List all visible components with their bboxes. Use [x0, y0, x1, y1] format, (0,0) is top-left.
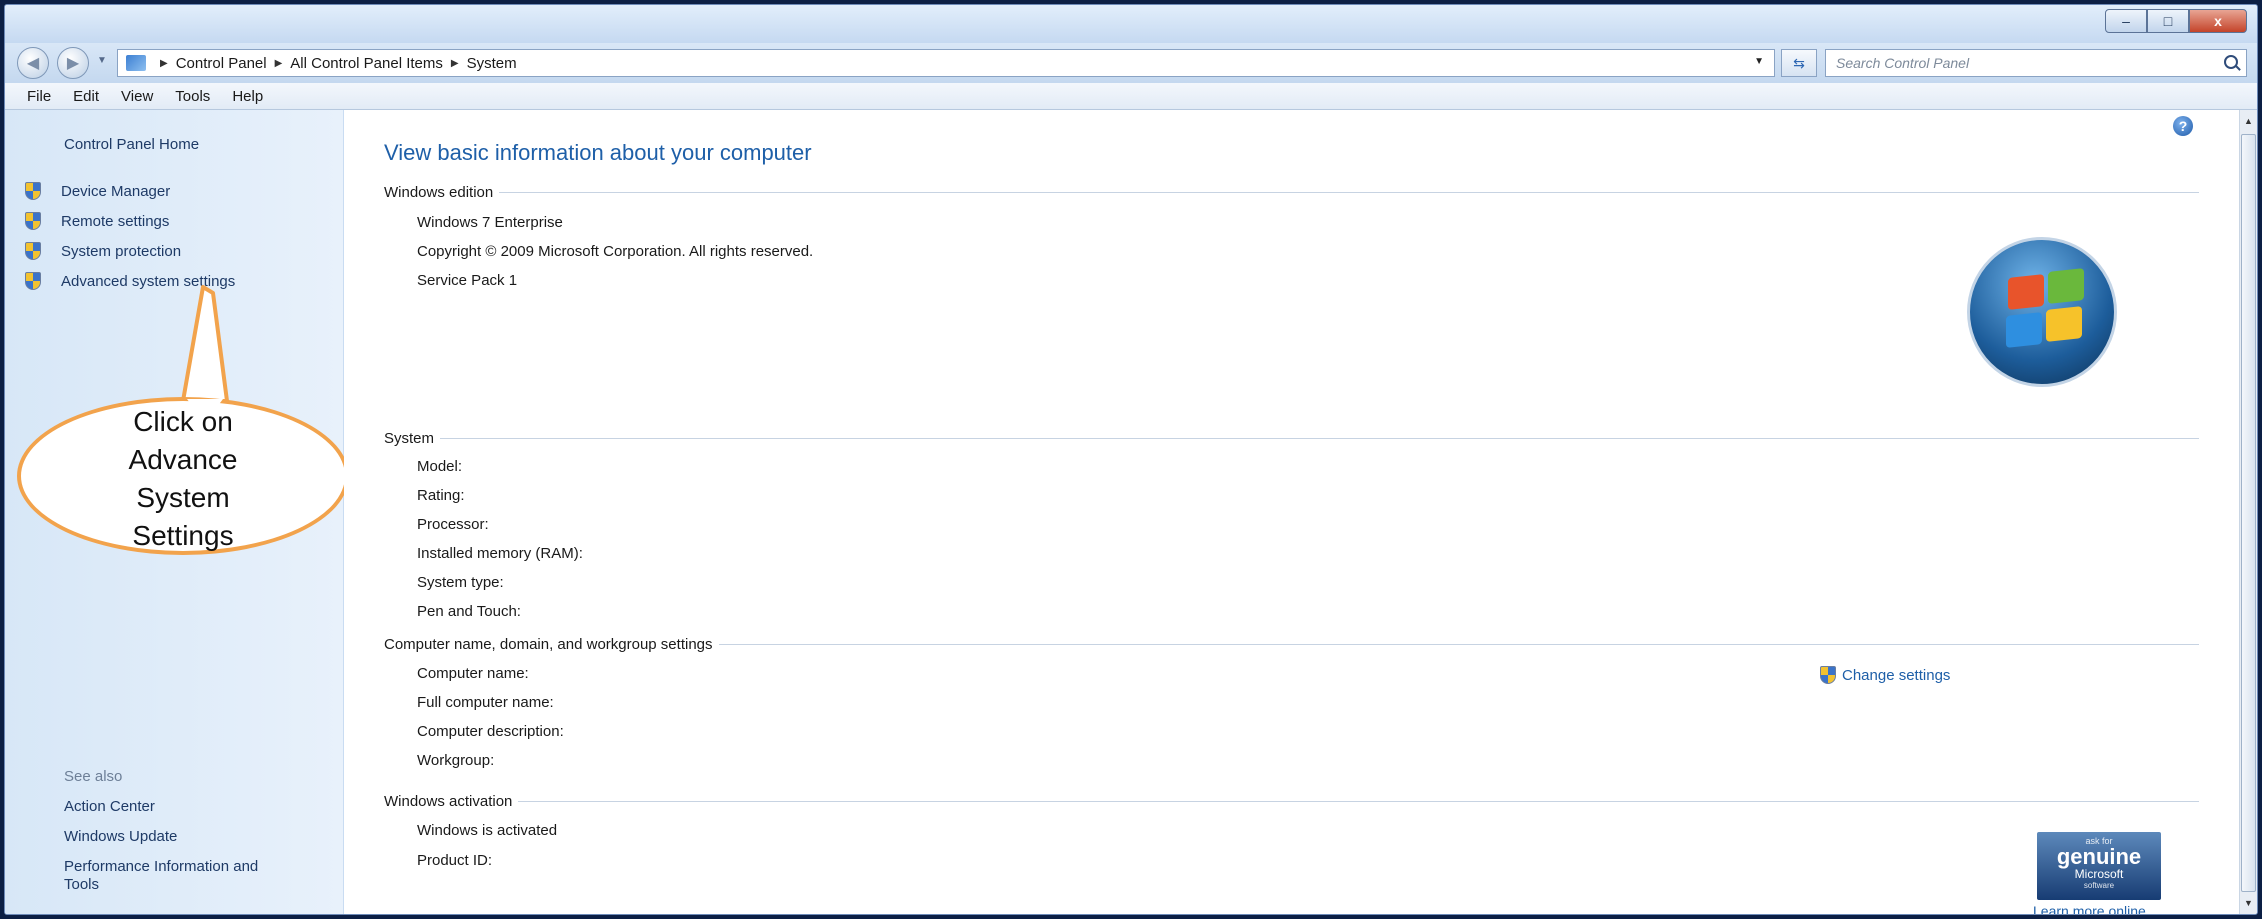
search-icon[interactable]: [2224, 55, 2238, 69]
refresh-icon: ⇆: [1793, 54, 1805, 71]
callout-line: Settings: [132, 520, 234, 551]
model-label: Model:: [417, 458, 463, 475]
copyright-text: Copyright © 2009 Microsoft Corporation. …: [417, 243, 814, 260]
callout-line: Click on: [133, 406, 233, 437]
windows-logo-flag-yellow: [2046, 306, 2082, 342]
activation-status: Windows is activated: [417, 822, 558, 839]
processor-label: Processor:: [417, 516, 489, 533]
learn-more-link[interactable]: Learn more online...: [2033, 903, 2158, 914]
section-computer-name: Computer name, domain, and workgroup set…: [384, 634, 2199, 654]
divider: [499, 191, 2199, 193]
windows-logo-flag-red: [2008, 274, 2044, 310]
section-system: System: [384, 428, 2199, 448]
search-input[interactable]: Search Control Panel: [1825, 49, 2247, 77]
genuine-top-text: ask for: [2085, 836, 2113, 846]
callout-text: Click on Advance System Settings: [17, 403, 349, 555]
windows-logo-flag-green: [2048, 268, 2084, 304]
windows-logo-flag-blue: [2006, 312, 2042, 348]
scroll-up-icon[interactable]: ▲: [2244, 116, 2253, 126]
change-settings-link[interactable]: Change settings: [1820, 666, 1950, 684]
service-pack: Service Pack 1: [417, 272, 518, 289]
see-also-heading: See also: [64, 768, 123, 785]
breadcrumb-separator-icon: ▶: [450, 57, 459, 69]
maximize-button[interactable]: □: [2147, 9, 2189, 33]
divider: [718, 643, 2199, 645]
search-placeholder: Search Control Panel: [1836, 55, 1970, 71]
section-windows-activation: Windows activation: [384, 791, 2199, 811]
help-icon[interactable]: ?: [2173, 116, 2193, 136]
system-type-label: System type:: [417, 574, 504, 591]
full-computer-name-label: Full computer name:: [417, 694, 554, 711]
computer-name-label: Computer name:: [417, 665, 529, 682]
windows-update-link[interactable]: Windows Update: [64, 828, 177, 846]
change-settings-label: Change settings: [1842, 666, 1951, 684]
callout-line: Advance: [128, 444, 238, 475]
breadcrumb-system[interactable]: System: [467, 55, 517, 72]
rating-label: Rating:: [417, 487, 465, 504]
genuine-main-text: genuine: [2056, 844, 2142, 869]
divider: [518, 800, 2199, 802]
divider: [440, 437, 2199, 439]
scroll-thumb[interactable]: [2241, 134, 2256, 892]
close-button[interactable]: x: [2189, 9, 2247, 33]
page-title: View basic information about your comput…: [384, 140, 812, 165]
callout-line: System: [136, 482, 230, 513]
section-windows-edition: Windows edition: [384, 182, 2199, 202]
system-window: – □ x ◀ ▶ ▼ ▶ Control Panel ▶ All Contro…: [4, 4, 2258, 915]
computer-description-label: Computer description:: [417, 723, 564, 740]
section-title: Windows activation: [384, 792, 513, 810]
address-dropdown-icon[interactable]: ▼: [1754, 56, 1764, 67]
memory-label: Installed memory (RAM):: [417, 545, 583, 562]
minimize-button[interactable]: –: [2105, 9, 2147, 33]
performance-info-link[interactable]: Performance Information and: [64, 858, 258, 876]
window-controls: – □ x: [2105, 9, 2247, 33]
section-title: Windows edition: [384, 183, 494, 201]
section-title: System: [384, 429, 435, 447]
scroll-down-icon[interactable]: ▼: [2244, 898, 2253, 908]
shield-icon: [1820, 666, 1836, 684]
workgroup-label: Workgroup:: [417, 752, 495, 769]
edition-name: Windows 7 Enterprise: [417, 214, 563, 231]
main-content: ? View basic information about your comp…: [344, 110, 2239, 914]
windows-logo: [1967, 237, 2117, 387]
genuine-bottom-text: software: [2083, 881, 2115, 890]
genuine-microsoft-badge[interactable]: ask for genuine Microsoft software: [2037, 832, 2161, 900]
action-center-link[interactable]: Action Center: [64, 798, 155, 816]
pen-touch-label: Pen and Touch:: [417, 603, 521, 620]
product-id-label: Product ID:: [417, 852, 493, 869]
performance-info-link-continued[interactable]: Tools: [64, 876, 99, 894]
refresh-button[interactable]: ⇆: [1781, 49, 1817, 77]
section-title: Computer name, domain, and workgroup set…: [384, 635, 713, 653]
vertical-scrollbar[interactable]: ▲ ▼: [2239, 110, 2257, 914]
genuine-brand-text: Microsoft: [2074, 867, 2124, 881]
